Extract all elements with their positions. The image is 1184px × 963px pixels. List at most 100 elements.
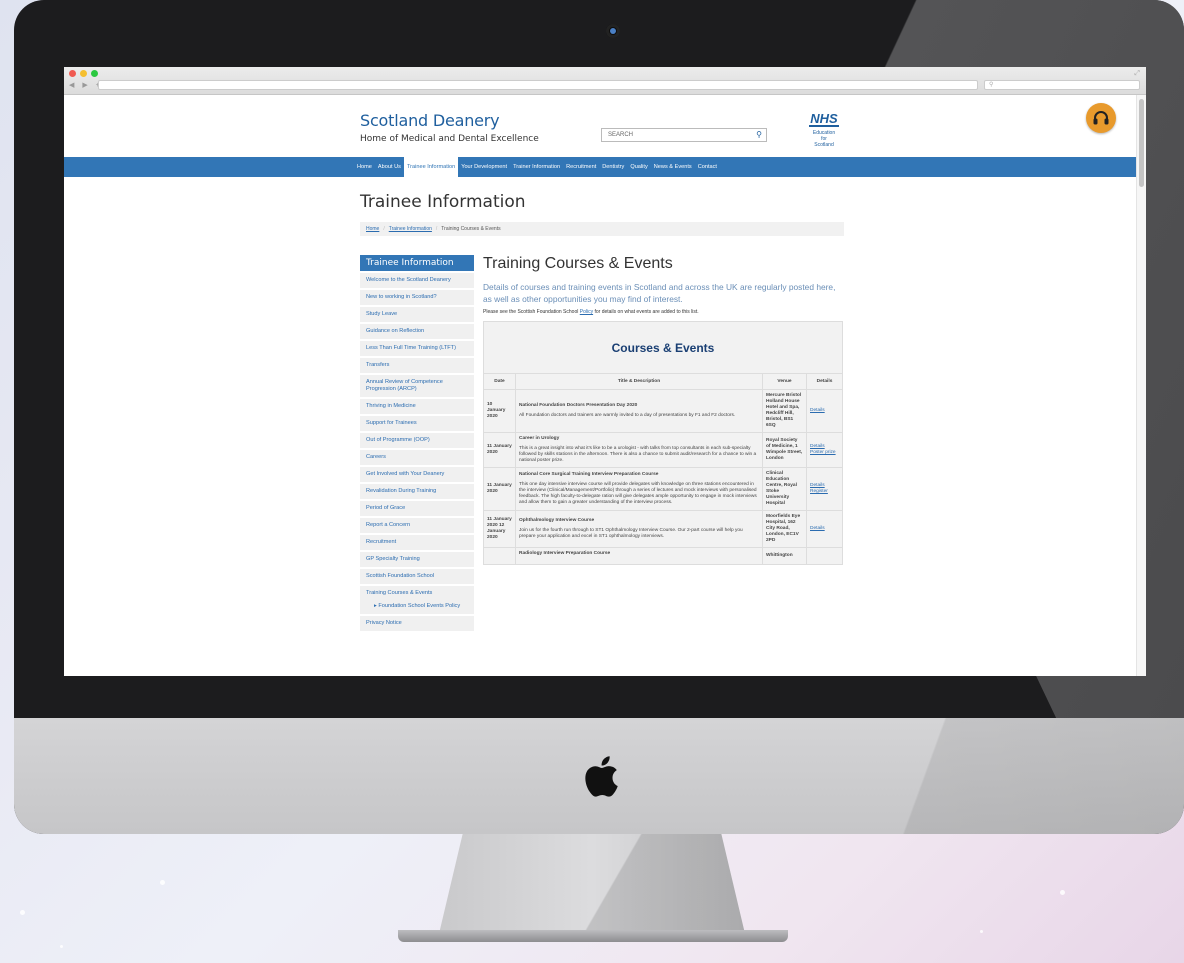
- nav-item-dentistry[interactable]: Dentistry: [599, 157, 627, 177]
- event-venue: Whittington: [762, 547, 807, 565]
- column-header-title: Title & Description: [515, 373, 763, 390]
- main-content: Training Courses & Events Details of cou…: [483, 255, 845, 565]
- table-row: 11 January 2020 Career in Urology This is …: [483, 432, 843, 468]
- event-title-description: Career in Urology This is a great insight…: [515, 432, 763, 468]
- sidebar-item[interactable]: Transfers: [360, 358, 474, 373]
- sidebar-item[interactable]: Guidance on Reflection: [360, 324, 474, 339]
- browser-toolbar: ◀ ▶ + ⚲ ⤢: [64, 67, 1146, 95]
- column-header-venue: Venue: [762, 373, 807, 390]
- screen: ◀ ▶ + ⚲ ⤢ Scotland Deanery Home of Medic…: [64, 67, 1146, 676]
- event-date: 11 January 2020: [483, 467, 516, 511]
- sidebar-subitem[interactable]: ▸ Foundation School Events Policy: [360, 601, 474, 614]
- sidebar-item[interactable]: Out of Programme (OOP): [360, 433, 474, 448]
- event-venue: Mercure Bristol Holland House Hotel and …: [762, 389, 807, 433]
- sidebar-heading[interactable]: Trainee Information: [360, 255, 474, 271]
- content-note: Please see the Scottish Foundation Schoo…: [483, 309, 699, 315]
- policy-link[interactable]: Policy: [580, 309, 593, 315]
- table-row: 11 January 2020 12 January 2020 Ophthalmo…: [483, 510, 843, 548]
- search-icon: ⚲: [989, 82, 994, 88]
- site-brand[interactable]: Scotland Deanery Home of Medical and Den…: [360, 111, 539, 144]
- column-header-date: Date: [483, 373, 516, 390]
- minimize-window-button[interactable]: [80, 70, 87, 77]
- close-window-button[interactable]: [69, 70, 76, 77]
- event-date: 11 January 2020: [483, 432, 516, 468]
- sidebar-item[interactable]: GP Specialty Training: [360, 552, 474, 567]
- event-title: National Foundation Doctors Presentation…: [519, 403, 638, 408]
- event-links: Details: [806, 510, 843, 548]
- sidebar-item[interactable]: Period of Grace: [360, 501, 474, 516]
- sidebar-item[interactable]: Support for Trainees: [360, 416, 474, 431]
- breadcrumb: Home / Trainee Information / Training Course…: [360, 222, 844, 236]
- nav-item-your-development[interactable]: Your Development: [458, 157, 510, 177]
- event-title-description: National Foundation Doctors Presentation…: [515, 389, 763, 433]
- nav-item-news-events[interactable]: News & Events: [651, 157, 695, 177]
- details-link[interactable]: Details: [810, 526, 839, 532]
- page-scrollbar[interactable]: [1136, 95, 1146, 676]
- event-venue: Royal Society of Medicine, 1 Wimpole Str…: [762, 432, 807, 468]
- search-icon[interactable]: ⚲: [756, 129, 762, 141]
- event-title: National Core Surgical Training Intervie…: [519, 472, 659, 477]
- nav-item-about-us[interactable]: About Us: [375, 157, 404, 177]
- web-page: Scotland Deanery Home of Medical and Den…: [64, 95, 1136, 676]
- event-title-description: National Core Surgical Training Intervie…: [515, 467, 763, 511]
- maximize-window-button[interactable]: [91, 70, 98, 77]
- fullscreen-icon[interactable]: ⤢: [1134, 70, 1140, 78]
- event-links: [806, 547, 843, 565]
- sidebar: Trainee Information Welcome to the Scotl…: [360, 255, 474, 633]
- nhs-logo-text: NHS: [809, 111, 839, 127]
- nhs-logo[interactable]: NHS Education for Scotland: [800, 110, 848, 148]
- event-title: Career in Urology: [519, 436, 560, 441]
- nav-item-contact[interactable]: Contact: [695, 157, 720, 177]
- sidebar-item[interactable]: Careers: [360, 450, 474, 465]
- sidebar-item[interactable]: Annual Review of Competence Progression …: [360, 375, 474, 397]
- event-description: This one day intensive interview course …: [519, 482, 757, 505]
- camera-icon: [606, 24, 620, 38]
- nav-item-home[interactable]: Home: [354, 157, 375, 177]
- site-title: Scotland Deanery: [360, 111, 500, 130]
- sidebar-item[interactable]: New to working in Scotland?: [360, 290, 474, 305]
- nav-item-recruitment[interactable]: Recruitment: [563, 157, 599, 177]
- sidebar-item[interactable]: Thriving in Medicine: [360, 399, 474, 414]
- event-links: Details: [806, 389, 843, 433]
- event-links: Details Register: [806, 467, 843, 511]
- site-search-input[interactable]: SEARCH ⚲: [601, 128, 767, 142]
- register-link[interactable]: Register: [810, 489, 839, 495]
- table-row: 11 January 2020 National Core Surgical Tr…: [483, 467, 843, 511]
- table-row: Radiology Interview Preparation Course Wh…: [483, 547, 843, 565]
- breadcrumb-home[interactable]: Home: [366, 226, 379, 232]
- sidebar-item[interactable]: Report a Concern: [360, 518, 474, 533]
- sidebar-item[interactable]: Welcome to the Scotland Deanery: [360, 273, 474, 288]
- event-venue: Clinical Education Centre, Royal Stoke U…: [762, 467, 807, 511]
- content-title: Training Courses & Events: [483, 255, 673, 272]
- poster-prize-link[interactable]: Poster prize: [810, 450, 839, 456]
- breadcrumb-trainee-information[interactable]: Trainee Information: [389, 226, 432, 232]
- details-link[interactable]: Details: [810, 408, 839, 414]
- page-title: Trainee Information: [360, 192, 526, 212]
- help-button[interactable]: [1086, 103, 1116, 133]
- window-controls: [69, 70, 98, 77]
- sidebar-item[interactable]: Scottish Foundation School: [360, 569, 474, 584]
- sidebar-item[interactable]: Less Than Full Time Training (LTFT): [360, 341, 474, 356]
- event-title-description: Ophthalmology Interview Course Join us fo…: [515, 510, 763, 548]
- browser-search-bar[interactable]: ⚲: [984, 80, 1140, 90]
- site-tagline: Home of Medical and Dental Excellence: [360, 134, 539, 144]
- nav-item-quality[interactable]: Quality: [627, 157, 650, 177]
- content-lead: Details of courses and training events i…: [483, 282, 836, 304]
- nhs-logo-subtitle: Education for Scotland: [812, 130, 836, 148]
- nav-item-trainer-information[interactable]: Trainer Information: [510, 157, 563, 177]
- sidebar-item[interactable]: Revalidation During Training: [360, 484, 474, 499]
- sidebar-item[interactable]: Study Leave: [360, 307, 474, 322]
- event-date: 10 January 2020: [483, 389, 516, 433]
- sidebar-item[interactable]: Get Involved with Your Deanery: [360, 467, 474, 482]
- event-title: Ophthalmology Interview Course: [519, 518, 595, 523]
- address-bar[interactable]: [98, 80, 978, 90]
- main-navigation: Home About Us Trainee Information Your Deve…: [64, 157, 1136, 177]
- sidebar-item-privacy-notice[interactable]: Privacy Notice: [360, 616, 474, 631]
- events-table: Courses & Events Date Title & Descriptio…: [483, 321, 843, 565]
- event-title-description: Radiology Interview Preparation Course: [515, 547, 763, 565]
- sidebar-item[interactable]: Recruitment: [360, 535, 474, 550]
- sidebar-item[interactable]: Training Courses & Events: [360, 586, 474, 601]
- table-row: 10 January 2020 National Foundation Docto…: [483, 389, 843, 433]
- nav-item-trainee-information[interactable]: Trainee Information: [403, 157, 459, 177]
- event-description: This is a great insight into what it's l…: [519, 446, 757, 463]
